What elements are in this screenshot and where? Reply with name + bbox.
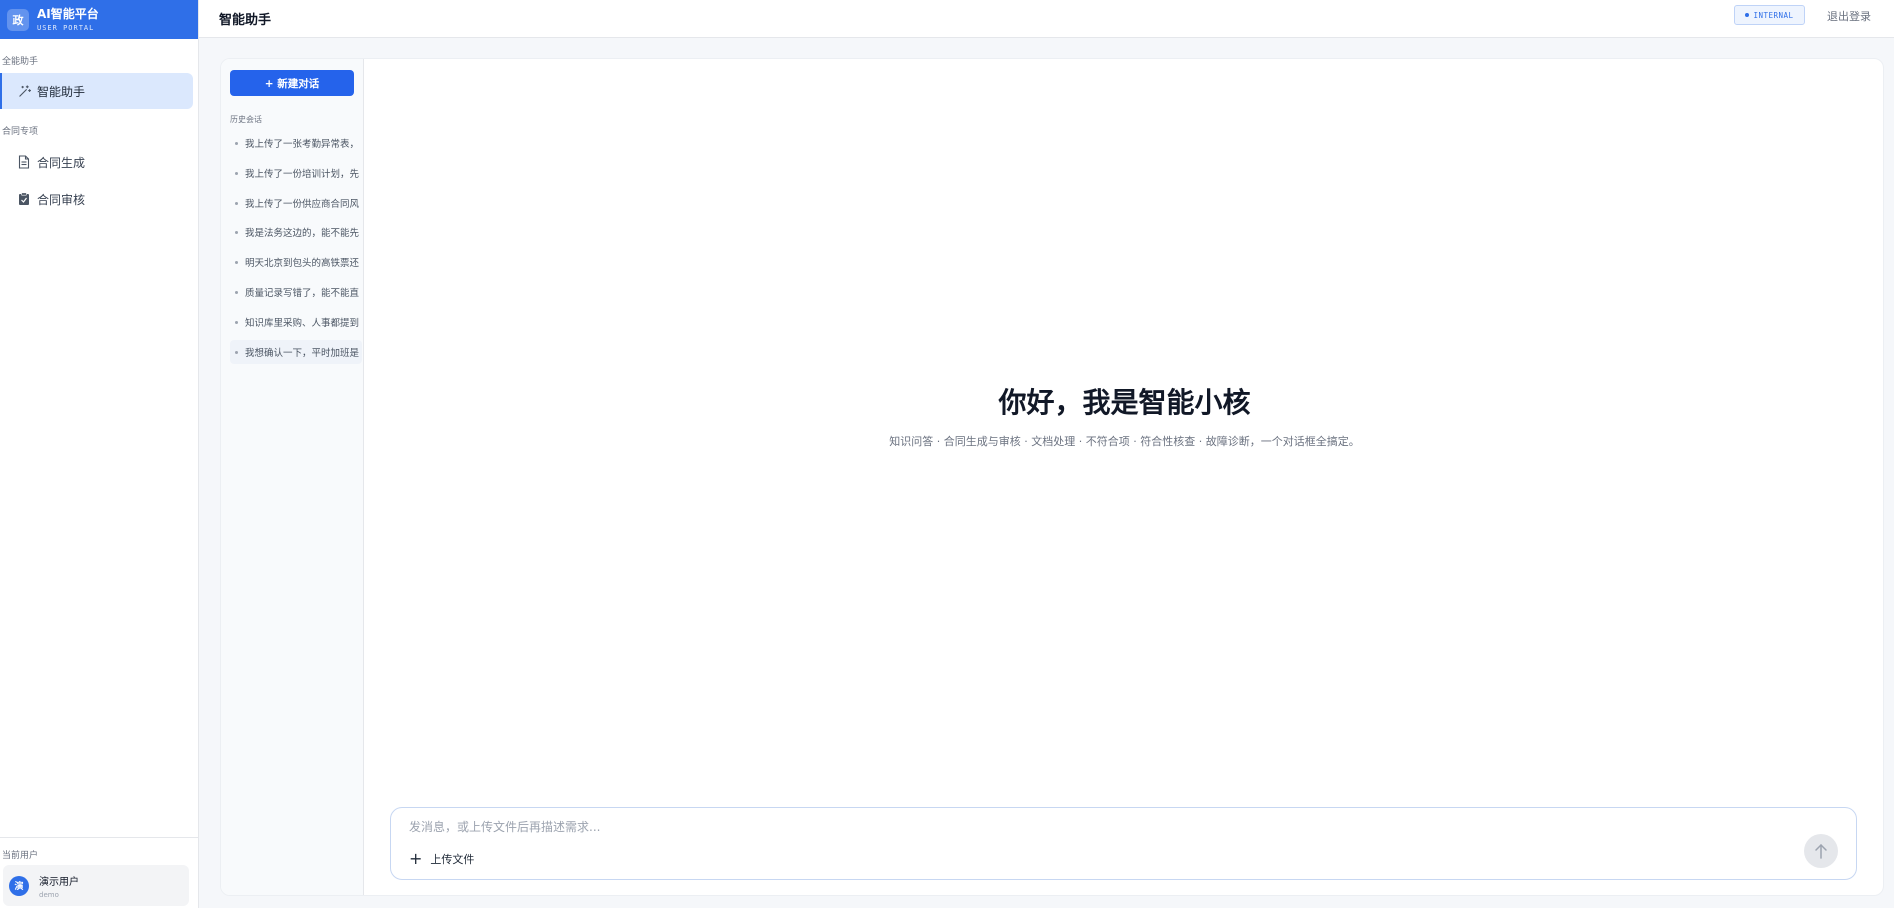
bullet-icon bbox=[235, 350, 238, 354]
topbar: 智能助手 INTERNAL 退出登录 bbox=[199, 0, 1894, 38]
sidebar-item-label: 合同生成 bbox=[37, 155, 86, 170]
user-name: 演示用户 bbox=[39, 876, 79, 888]
history-item[interactable]: 质量记录写错了，能不能直 bbox=[230, 280, 362, 304]
sidebar-item-label: 合同审核 bbox=[37, 192, 86, 207]
status-badge: INTERNAL bbox=[1734, 5, 1805, 25]
upload-file-button[interactable]: + 上传文件 bbox=[409, 851, 474, 867]
brand-header: 政 AI智能平台 USER PORTAL bbox=[0, 0, 198, 39]
sidebar-item-contract-review[interactable]: 合同审核 bbox=[0, 181, 193, 217]
history-item-label: 知识库里采购、人事都提到 bbox=[245, 318, 360, 329]
brand-subtitle: USER PORTAL bbox=[37, 24, 95, 32]
history-item-label: 明天北京到包头的高铁票还 bbox=[245, 258, 360, 269]
nav-section-label: 全能助手 bbox=[2, 57, 39, 67]
avatar: 演 bbox=[9, 875, 29, 896]
message-composer: + 上传文件 bbox=[390, 807, 1857, 880]
bullet-icon bbox=[235, 201, 238, 205]
history-item-label: 质量记录写错了，能不能直 bbox=[245, 288, 360, 299]
history-item[interactable]: 我上传了一份供应商合同风 bbox=[230, 191, 362, 215]
sparkle-icon bbox=[17, 84, 31, 98]
status-dot-icon bbox=[1745, 13, 1750, 17]
bullet-icon bbox=[235, 290, 238, 294]
message-input[interactable] bbox=[409, 820, 1509, 834]
chat-panel: + 新建对话 历史会话 我上传了一张考勤异常表， 我上传了一份培训计划，先 我上… bbox=[220, 58, 1884, 896]
history-label: 历史会话 bbox=[230, 115, 262, 124]
divider bbox=[0, 837, 199, 838]
page-title: 智能助手 bbox=[219, 13, 272, 28]
bullet-icon bbox=[235, 171, 238, 175]
history-item-label: 我想确认一下，平时加班是 bbox=[245, 348, 360, 359]
bullet-icon bbox=[235, 260, 238, 264]
document-icon bbox=[17, 155, 31, 169]
logout-link[interactable]: 退出登录 bbox=[1827, 8, 1871, 24]
arrow-up-icon bbox=[1815, 843, 1827, 859]
brand-logo: 政 bbox=[7, 8, 29, 31]
history-item[interactable]: 明天北京到包头的高铁票还 bbox=[230, 250, 362, 274]
history-item-label: 我上传了一份供应商合同风 bbox=[245, 199, 360, 210]
history-item-label: 我上传了一张考勤异常表， bbox=[245, 139, 360, 150]
history-item-label: 我是法务这边的，能不能先 bbox=[245, 228, 360, 239]
new-chat-button[interactable]: + 新建对话 bbox=[230, 70, 354, 96]
welcome-title: 你好，我是智能小核 bbox=[998, 386, 1251, 419]
history-item-label: 我上传了一份培训计划，先 bbox=[245, 169, 360, 180]
send-button[interactable] bbox=[1804, 834, 1838, 868]
history-item[interactable]: 我想确认一下，平时加班是 bbox=[230, 340, 362, 364]
sidebar-item-label: 智能助手 bbox=[37, 84, 86, 99]
nav-section-label: 合同专项 bbox=[2, 127, 39, 137]
brand-title: AI智能平台 bbox=[37, 7, 99, 21]
history-item[interactable]: 我是法务这边的，能不能先 bbox=[230, 220, 362, 244]
welcome-hero: 你好，我是智能小核 知识问答 · 合同生成与审核 · 文档处理 · 不符合项 ·… bbox=[364, 381, 1883, 449]
user-section-label: 当前用户 bbox=[2, 851, 39, 861]
user-info: 演示用户 demo bbox=[39, 873, 79, 899]
history-item[interactable]: 我上传了一张考勤异常表， bbox=[230, 131, 362, 155]
brand-text: AI智能平台 USER PORTAL bbox=[37, 7, 99, 32]
history-item[interactable]: 知识库里采购、人事都提到 bbox=[230, 310, 362, 334]
welcome-subtitle: 知识问答 · 合同生成与审核 · 文档处理 · 不符合项 · 符合性核查 · 故… bbox=[889, 435, 1360, 448]
status-badge-label: INTERNAL bbox=[1753, 10, 1794, 20]
bullet-icon bbox=[235, 141, 238, 145]
history-panel: + 新建对话 历史会话 我上传了一张考勤异常表， 我上传了一份培训计划，先 我上… bbox=[221, 59, 364, 895]
sidebar: 政 AI智能平台 USER PORTAL 全能助手 智能助手 合同专项 合同生成 bbox=[0, 0, 199, 908]
history-item[interactable]: 我上传了一份培训计划，先 bbox=[230, 161, 362, 185]
upload-file-label: 上传文件 bbox=[430, 853, 475, 866]
sidebar-item-smart-assistant[interactable]: 智能助手 bbox=[0, 73, 193, 109]
user-id: demo bbox=[39, 890, 59, 899]
clipboard-check-icon bbox=[17, 192, 31, 206]
user-card[interactable]: 演 演示用户 demo bbox=[3, 865, 189, 906]
bullet-icon bbox=[235, 320, 238, 324]
bullet-icon bbox=[235, 230, 238, 234]
sidebar-item-contract-generate[interactable]: 合同生成 bbox=[0, 144, 193, 180]
plus-icon: + bbox=[409, 849, 423, 868]
